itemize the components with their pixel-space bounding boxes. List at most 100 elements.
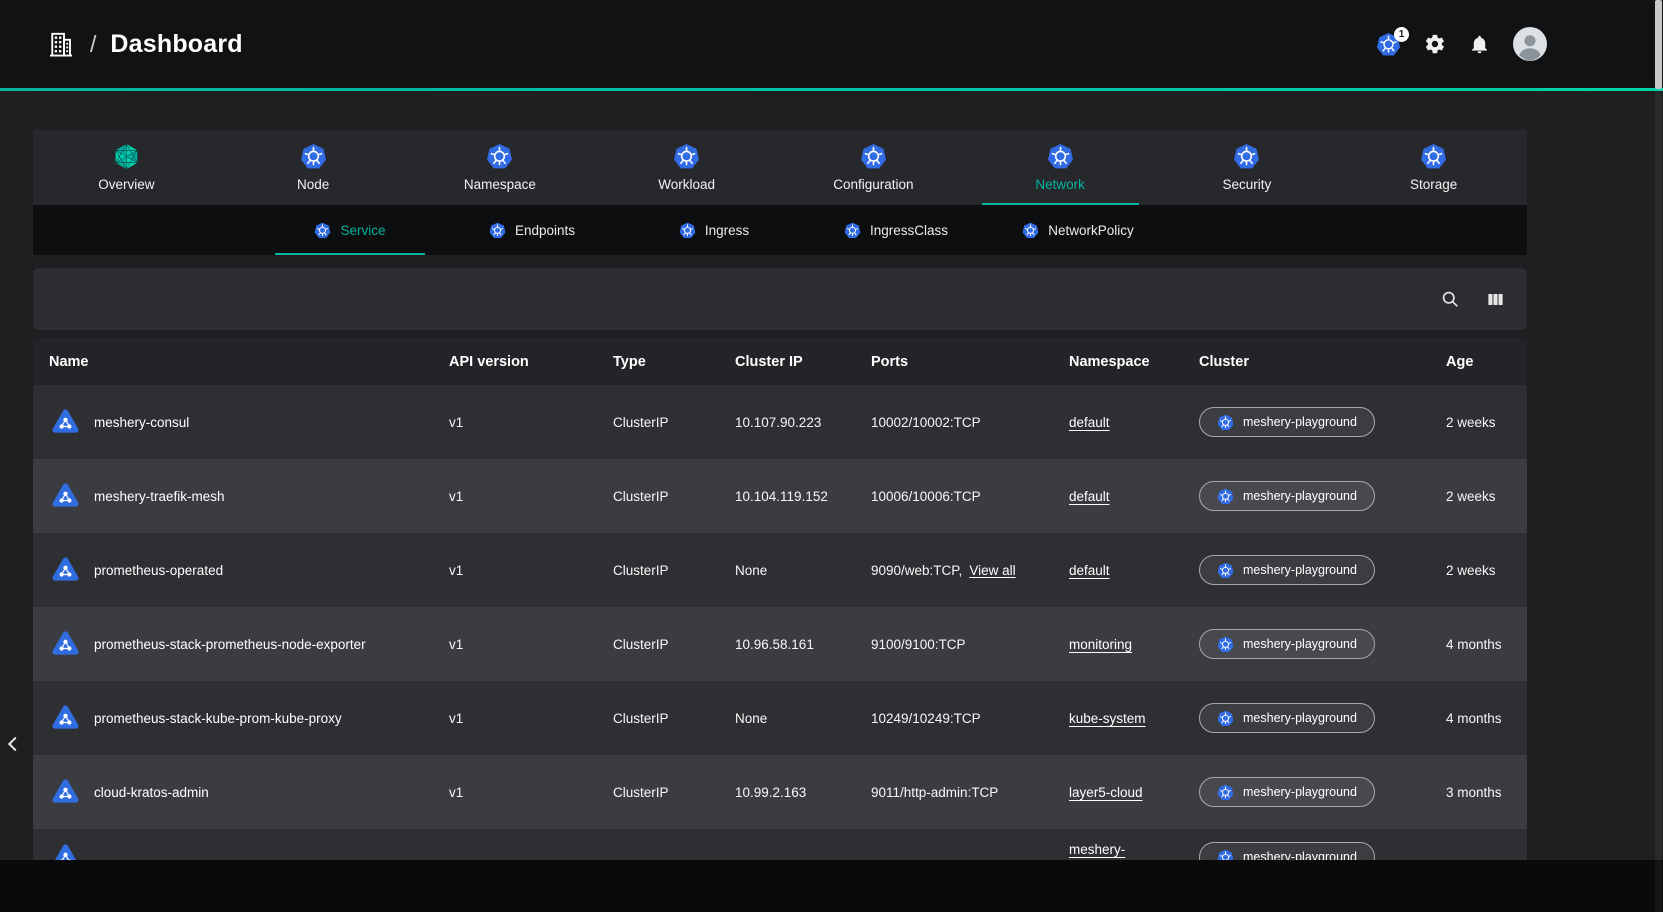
- column-visibility-button[interactable]: [1486, 290, 1505, 309]
- subtab-ingressclass[interactable]: IngressClass: [805, 205, 987, 255]
- service-name: cloud-kratos-admin: [94, 785, 209, 800]
- kubernetes-icon: [1420, 143, 1447, 170]
- table-row[interactable]: cloud-kratos-admin v1 ClusterIP 10.99.2.…: [33, 755, 1527, 829]
- subtab-service[interactable]: Service: [259, 205, 441, 255]
- table-row[interactable]: meshery- meshery-playground: [33, 829, 1527, 860]
- page-title: Dashboard: [110, 30, 242, 59]
- column-header-ports[interactable]: Ports: [855, 354, 1053, 370]
- table-row[interactable]: meshery-traefik-mesh v1 ClusterIP 10.104…: [33, 459, 1527, 533]
- cluster-chip[interactable]: meshery-playground: [1199, 842, 1375, 860]
- user-avatar[interactable]: [1513, 27, 1547, 61]
- kubernetes-icon: [1217, 636, 1234, 653]
- table-toolbar: [33, 268, 1527, 330]
- kubernetes-icon: [1217, 488, 1234, 505]
- cluster-chip[interactable]: meshery-playground: [1199, 407, 1375, 437]
- age-cell: 2 weeks: [1430, 563, 1527, 578]
- cluster-chip[interactable]: meshery-playground: [1199, 555, 1375, 585]
- tab-storage[interactable]: Storage: [1340, 130, 1527, 205]
- subtab-networkpolicy[interactable]: NetworkPolicy: [987, 205, 1169, 255]
- column-header-namespace[interactable]: Namespace: [1053, 354, 1183, 370]
- service-name: prometheus-stack-kube-prom-kube-proxy: [94, 711, 342, 726]
- column-header-age[interactable]: Age: [1430, 354, 1527, 370]
- kubernetes-icon: [486, 143, 513, 170]
- namespace-link[interactable]: layer5-cloud: [1069, 785, 1143, 800]
- service-icon: [49, 407, 82, 437]
- kubernetes-icon: [1217, 414, 1234, 431]
- cluster-ip-cell: None: [719, 711, 855, 726]
- cluster-chip[interactable]: meshery-playground: [1199, 629, 1375, 659]
- breadcrumb-separator: /: [90, 31, 96, 58]
- search-button[interactable]: [1440, 289, 1460, 309]
- gear-icon: [1424, 33, 1446, 55]
- notifications-button[interactable]: [1469, 34, 1490, 55]
- cluster-ip-cell: 10.107.90.223: [719, 415, 855, 430]
- kubernetes-icon: [1217, 710, 1234, 727]
- kubernetes-icon: [860, 143, 887, 170]
- kubernetes-icon: [1047, 143, 1074, 170]
- table-row[interactable]: meshery-consul v1 ClusterIP 10.107.90.22…: [33, 385, 1527, 459]
- api-version-cell: v1: [433, 489, 597, 504]
- drawer-expand-button[interactable]: [2, 733, 24, 755]
- subtab-ingress[interactable]: Ingress: [623, 205, 805, 255]
- cluster-ip-cell: None: [719, 563, 855, 578]
- type-cell: ClusterIP: [597, 563, 719, 578]
- namespace-link[interactable]: default: [1069, 415, 1110, 430]
- scrollbar-thumb[interactable]: [1655, 0, 1662, 89]
- api-version-cell: v1: [433, 785, 597, 800]
- namespace-link[interactable]: monitoring: [1069, 637, 1132, 652]
- namespace-link[interactable]: default: [1069, 563, 1110, 578]
- ports-cell: 9100/9100:TCP: [855, 637, 1053, 652]
- ports-cell: 9011/http-admin:TCP: [855, 785, 1053, 800]
- namespace-link[interactable]: meshery-: [1069, 842, 1125, 857]
- api-version-cell: v1: [433, 415, 597, 430]
- tab-configuration[interactable]: Configuration: [780, 130, 967, 205]
- service-icon: [49, 842, 82, 860]
- ports-cell: 9090/web:TCP,View all: [855, 563, 1053, 578]
- column-header-type[interactable]: Type: [597, 354, 719, 370]
- table-row[interactable]: prometheus-stack-kube-prom-kube-proxy v1…: [33, 681, 1527, 755]
- scrollbar-track[interactable]: [1655, 0, 1662, 912]
- type-cell: ClusterIP: [597, 785, 719, 800]
- table-row[interactable]: prometheus-stack-prometheus-node-exporte…: [33, 607, 1527, 681]
- api-version-cell: v1: [433, 637, 597, 652]
- namespace-link[interactable]: default: [1069, 489, 1110, 504]
- service-icon: [49, 555, 82, 585]
- cluster-chip[interactable]: meshery-playground: [1199, 481, 1375, 511]
- kubernetes-icon: [1217, 849, 1234, 861]
- column-header-cluster-ip[interactable]: Cluster IP: [719, 354, 855, 370]
- app-header: / Dashboard 1: [0, 0, 1663, 88]
- cluster-context-button[interactable]: 1: [1376, 32, 1401, 57]
- tab-node[interactable]: Node: [220, 130, 407, 205]
- column-header-cluster[interactable]: Cluster: [1183, 354, 1430, 370]
- cluster-chip[interactable]: meshery-playground: [1199, 703, 1375, 733]
- namespace-link[interactable]: kube-system: [1069, 711, 1146, 726]
- kubernetes-icon: [844, 222, 861, 239]
- age-cell: 4 months: [1430, 711, 1527, 726]
- cluster-ip-cell: 10.96.58.161: [719, 637, 855, 652]
- cluster-chip[interactable]: meshery-playground: [1199, 777, 1375, 807]
- subtab-endpoints[interactable]: Endpoints: [441, 205, 623, 255]
- service-name: meshery-consul: [94, 415, 189, 430]
- service-icon: [49, 703, 82, 733]
- kubernetes-icon: [1022, 222, 1039, 239]
- search-icon: [1440, 289, 1460, 309]
- service-name: prometheus-stack-prometheus-node-exporte…: [94, 637, 366, 652]
- tab-network[interactable]: Network: [967, 130, 1154, 205]
- tab-namespace[interactable]: Namespace: [407, 130, 594, 205]
- kubernetes-icon: [1217, 784, 1234, 801]
- column-header-name[interactable]: Name: [33, 354, 433, 370]
- settings-button[interactable]: [1424, 33, 1446, 55]
- table-row[interactable]: prometheus-operated v1 ClusterIP None 90…: [33, 533, 1527, 607]
- api-version-cell: v1: [433, 563, 597, 578]
- ports-cell: 10006/10006:TCP: [855, 489, 1053, 504]
- tab-overview[interactable]: Overview: [33, 130, 220, 205]
- view-all-link[interactable]: View all: [969, 563, 1015, 578]
- cluster-ip-cell: 10.99.2.163: [719, 785, 855, 800]
- kubernetes-icon: [673, 143, 700, 170]
- kubernetes-icon: [679, 222, 696, 239]
- age-cell: 4 months: [1430, 637, 1527, 652]
- tab-security[interactable]: Security: [1154, 130, 1341, 205]
- column-header-api-version[interactable]: API version: [433, 354, 597, 370]
- organization-building-icon[interactable]: [46, 29, 76, 59]
- tab-workload[interactable]: Workload: [593, 130, 780, 205]
